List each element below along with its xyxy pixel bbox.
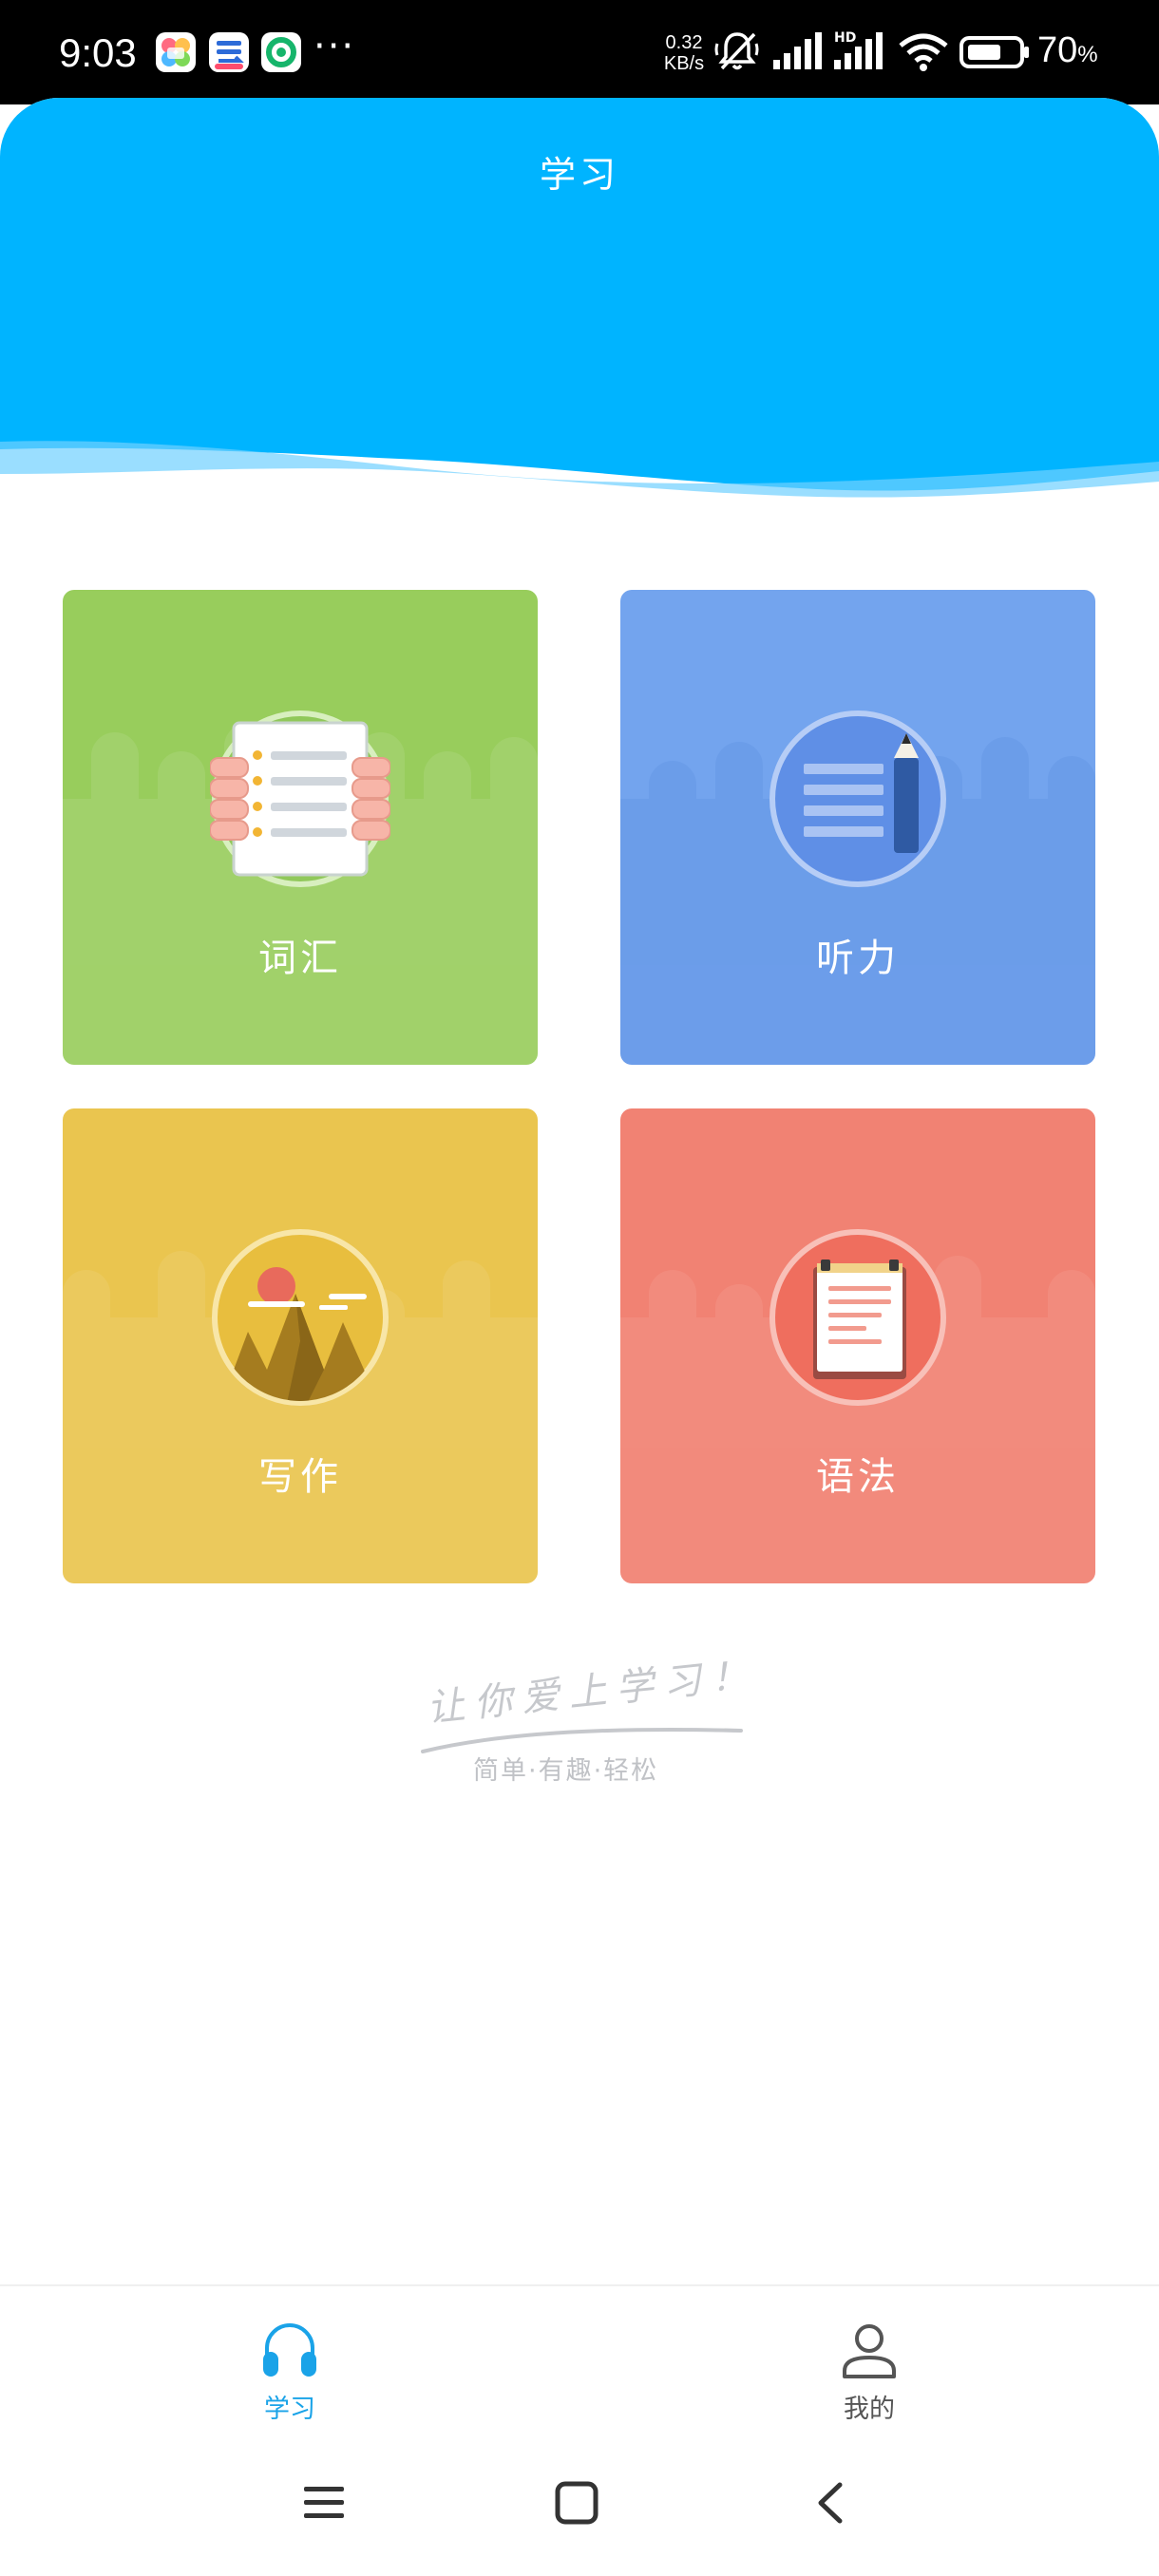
photos-app-icon (156, 32, 196, 72)
notebook-icon (210, 709, 390, 889)
tile-listening[interactable]: 听力 (620, 590, 1095, 1065)
tile-listening-label: 听力 (816, 937, 900, 980)
wifi-icon (897, 28, 950, 74)
tile-writing-label: 写作 (258, 1455, 342, 1499)
tile-vocabulary[interactable]: 词汇 (63, 590, 538, 1065)
back-icon[interactable] (809, 2481, 853, 2525)
header-banner: 学习 (0, 98, 1159, 506)
tile-grammar[interactable]: 语法 (620, 1108, 1095, 1583)
battery-icon (960, 28, 1032, 74)
notes-pencil-icon (768, 709, 948, 889)
bottom-navigation: 学习 我的 (0, 2284, 1159, 2443)
slogan-subtitle: 简单·有趣·轻松 (473, 1756, 659, 1786)
status-time: 9:03 (59, 30, 137, 75)
green-app-icon (261, 32, 301, 72)
tile-grammar-label: 语法 (816, 1455, 900, 1499)
home-icon[interactable] (555, 2481, 598, 2525)
nav-item-study[interactable]: 学习 (195, 2320, 385, 2425)
cloud-app-icon (209, 32, 249, 72)
hd-signal-icon: HD (832, 28, 885, 74)
nav-label-profile: 我的 (844, 2395, 895, 2424)
status-more-indicator: ··· (314, 25, 356, 68)
battery-percentage: 70% (1037, 30, 1098, 70)
nav-item-profile[interactable]: 我的 (774, 2320, 964, 2425)
svg-text:HD: HD (834, 30, 856, 46)
system-navigation-bar (0, 2443, 1159, 2576)
tile-writing[interactable]: 写作 (63, 1108, 538, 1583)
signal-icon (771, 28, 823, 74)
status-bar: 9:03 ··· 0.32 KB/s HD 70% (0, 0, 1159, 104)
tile-vocabulary-label: 词汇 (258, 937, 342, 980)
clipboard-icon (768, 1227, 948, 1408)
headphones-icon (263, 2323, 316, 2377)
user-icon (843, 2324, 896, 2378)
slogan: 让你爱上学习！ 简单·有趣·轻松 (399, 1643, 779, 1795)
page-title: 学习 (539, 154, 619, 196)
mute-bell-icon (714, 28, 760, 74)
network-speed: 0.32 KB/s (663, 32, 705, 74)
nav-label-study: 学习 (264, 2395, 315, 2424)
mountain-sun-icon (210, 1227, 390, 1408)
menu-icon[interactable] (302, 2481, 346, 2525)
